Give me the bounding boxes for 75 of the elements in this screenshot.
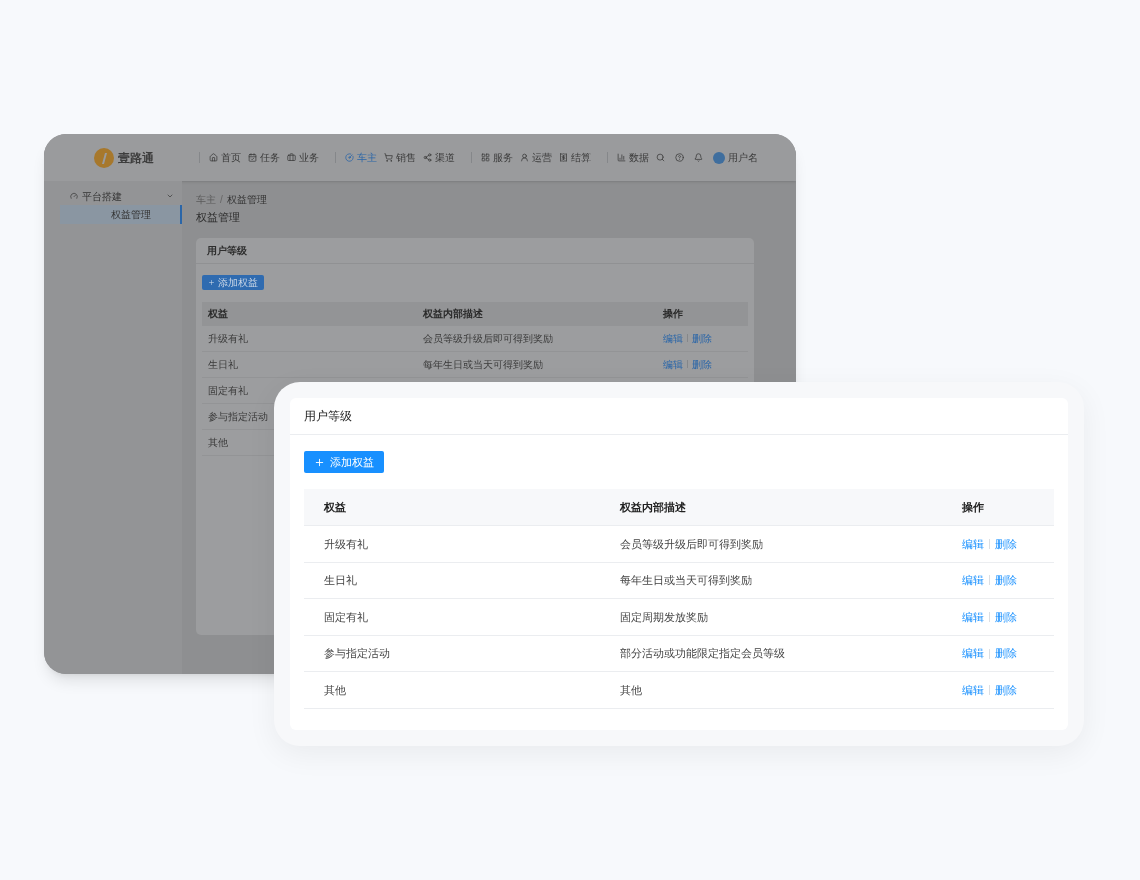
page-title: 权益管理 — [196, 210, 241, 225]
column-header: 权益内部描述 — [620, 499, 687, 515]
table-cell-text: 其他 — [323, 682, 347, 698]
grid-icon — [481, 153, 490, 162]
table-cell: 固定有礼 — [208, 384, 248, 396]
card-title: 用户等级 — [290, 398, 1068, 435]
action-link[interactable]: 编辑 — [962, 535, 984, 553]
table-cell-text: 其他 — [620, 682, 643, 698]
nav-item[interactable]: 车主 — [345, 150, 377, 165]
gauge-icon — [70, 192, 78, 200]
sidebar-group[interactable]: 平台搭建 — [44, 187, 182, 205]
table-cell-text: 升级有礼 — [323, 536, 369, 552]
nav-item[interactable]: 任务 — [248, 150, 280, 165]
table-cell-text: 参与指定活动 — [323, 646, 391, 662]
add-button[interactable]: 添加权益 — [304, 451, 384, 473]
column-header: 权益 — [323, 499, 347, 515]
action-link[interactable]: 编辑 — [962, 681, 984, 699]
table-cell: 其他 — [208, 436, 228, 448]
column-header: 权益 — [207, 307, 229, 321]
sidebar-item[interactable]: 权益管理 — [60, 205, 182, 224]
action-link[interactable]: 编辑 — [663, 356, 683, 372]
plus-icon — [208, 278, 215, 286]
action-link[interactable]: 删除 — [995, 645, 1017, 662]
table-cell-text: 每年生日或当天可得到奖励 — [620, 573, 753, 589]
table-cell: 生日礼 — [208, 358, 238, 370]
add-button[interactable]: 添加权益 — [202, 274, 264, 290]
help-icon[interactable] — [675, 153, 684, 162]
logo-icon — [94, 147, 114, 168]
cart-icon — [384, 153, 393, 162]
table-cell-text: 每年生日或当天可得到奖励 — [423, 357, 544, 372]
nav-item[interactable]: 服务 — [481, 150, 513, 165]
briefcase-icon — [287, 153, 296, 162]
nav-item[interactable]: 业务 — [287, 150, 319, 165]
nav-item[interactable]: 结算 — [559, 150, 591, 165]
breadcrumb-item: 权益管理 — [226, 193, 267, 207]
action-link[interactable]: 编辑 — [962, 645, 984, 662]
action-link[interactable]: 删除 — [692, 356, 712, 372]
action-link[interactable]: 删除 — [995, 572, 1017, 589]
share-icon — [423, 153, 432, 162]
logo-text: 壹路通 — [118, 149, 154, 167]
breadcrumb-separator: / — [220, 193, 223, 207]
column-header: 权益内部描述 — [423, 307, 484, 321]
bell-icon[interactable] — [694, 153, 703, 162]
action-link[interactable]: 删除 — [995, 681, 1017, 699]
nav-item[interactable]: 渠道 — [423, 150, 455, 165]
user-name[interactable]: 用户名 — [728, 150, 758, 165]
table-cell: 升级有礼 — [208, 332, 248, 344]
card-title: 用户等级 — [196, 237, 754, 264]
search-icon[interactable] — [656, 153, 665, 162]
table-cell-text: 会员等级升级后即可得到奖励 — [423, 331, 554, 346]
action-link[interactable]: 编辑 — [962, 608, 984, 626]
table-cell-text: 固定有礼 — [323, 609, 369, 625]
table-cell-text: 部分活动或功能限定指定会员等级 — [620, 646, 786, 662]
bar-chart-icon — [617, 153, 626, 162]
action-link[interactable]: 删除 — [692, 330, 712, 346]
nav-item[interactable]: 首页 — [209, 150, 241, 165]
table-cell-text: 生日礼 — [323, 573, 358, 589]
action-link[interactable]: 删除 — [995, 608, 1017, 626]
nav-item[interactable]: 数据 — [617, 150, 649, 165]
table-cell-text: 会员等级升级后即可得到奖励 — [620, 536, 764, 552]
action-link[interactable]: 删除 — [995, 535, 1017, 553]
home-icon — [209, 153, 218, 162]
sidebar-group-label: 平台搭建 — [82, 189, 123, 204]
calendar-icon — [248, 153, 257, 162]
nav-item[interactable]: 销售 — [384, 150, 416, 165]
avatar-icon[interactable] — [713, 151, 725, 164]
table-cell: 参与指定活动 — [208, 410, 268, 422]
user-icon — [520, 153, 529, 162]
nav-item[interactable]: 运营 — [520, 150, 552, 165]
action-link[interactable]: 编辑 — [663, 330, 683, 346]
column-header: 操作 — [663, 307, 683, 321]
action-link[interactable]: 编辑 — [962, 572, 984, 589]
table-cell-text: 固定周期发放奖励 — [620, 609, 709, 625]
column-header: 操作 — [962, 499, 984, 515]
plus-icon — [314, 456, 325, 468]
